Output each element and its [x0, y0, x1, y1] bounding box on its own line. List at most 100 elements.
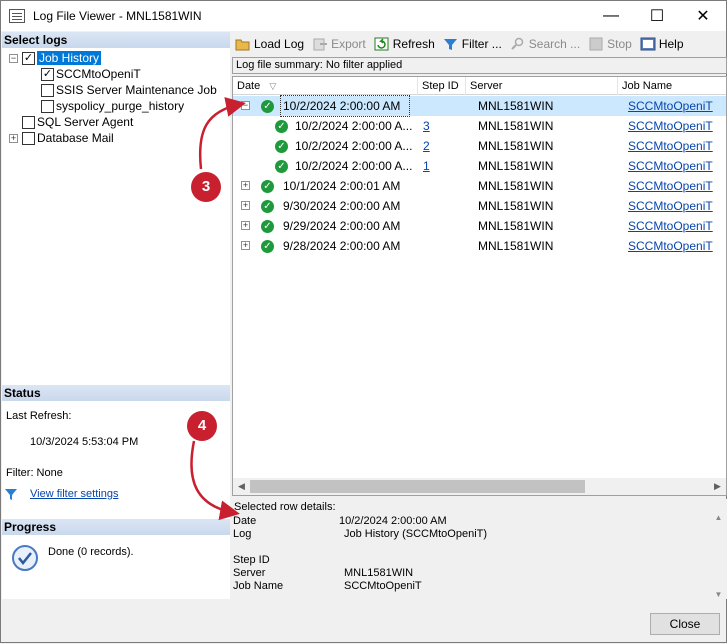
- detail-value: MNL1581WIN: [344, 567, 414, 579]
- help-label: Help: [658, 37, 684, 51]
- success-icon: ✓: [261, 240, 274, 253]
- database-mail-checkbox[interactable]: [22, 131, 35, 145]
- tree-item-sccmtoopenit[interactable]: ✓ SCCMtoOpeniT: [41, 66, 141, 82]
- export-button[interactable]: Export: [312, 37, 366, 51]
- tree-item-database-mail[interactable]: + Database Mail: [9, 130, 114, 146]
- ssis-maintenance-checkbox[interactable]: [41, 83, 54, 97]
- filter-label: Filter ...: [461, 37, 502, 51]
- refresh-button[interactable]: Refresh: [374, 37, 435, 51]
- sql-server-agent-checkbox[interactable]: [22, 115, 35, 129]
- stop-button[interactable]: Stop: [588, 37, 632, 51]
- table-row[interactable]: − ✓ 10/2/2024 2:00:00 AM MNL1581WIN SCCMtoOp…: [233, 95, 726, 117]
- left-pane: Select logs − ✓ Job History ✓ SCCMtoOpen…: [2, 32, 230, 599]
- expand-row-icon[interactable]: +: [241, 201, 250, 210]
- filter-button[interactable]: Filter ...: [443, 37, 502, 51]
- table-row[interactable]: + ✓ 9/30/2024 2:00:00 AM MNL1581WIN SCCMtoOp…: [233, 196, 726, 216]
- job-name-link[interactable]: SCCMtoOpeniT: [628, 136, 726, 156]
- column-header-job-name[interactable]: Job Name: [618, 77, 726, 95]
- job-name-link[interactable]: SCCMtoOpeniT: [628, 196, 726, 216]
- date-cell: 9/28/2024 2:00:00 AM: [283, 239, 401, 253]
- server-cell: MNL1581WIN: [478, 119, 554, 133]
- tree-item-syspolicy-purge[interactable]: syspolicy_purge_history: [41, 98, 184, 114]
- expand-icon[interactable]: +: [9, 133, 18, 143]
- step-id-cell[interactable]: 3: [423, 116, 463, 136]
- collapse-row-icon[interactable]: −: [241, 101, 250, 110]
- close-button[interactable]: Close: [650, 613, 720, 635]
- step-id-cell: [423, 176, 463, 196]
- success-icon: ✓: [275, 160, 288, 173]
- done-check-icon: [11, 544, 39, 572]
- job-name-link[interactable]: SCCMtoOpeniT: [628, 236, 726, 256]
- step-id-cell: [423, 216, 463, 236]
- tree-item-job-history[interactable]: − ✓ Job History: [9, 50, 102, 66]
- column-header-server[interactable]: Server: [466, 77, 618, 95]
- tree-item-label: syspolicy_purge_history: [56, 99, 185, 113]
- tree-item-label: SCCMtoOpeniT: [56, 67, 141, 81]
- progress-header: Progress: [2, 519, 230, 535]
- column-label: Date: [237, 80, 261, 92]
- column-header-date[interactable]: Date ▽: [233, 77, 418, 95]
- server-cell: MNL1581WIN: [478, 99, 554, 113]
- table-row[interactable]: + ✓ 10/1/2024 2:00:01 AM MNL1581WIN SCCMtoOp…: [233, 176, 726, 196]
- scroll-down-icon[interactable]: ▼: [710, 590, 727, 599]
- date-cell: 10/2/2024 2:00:00 A...: [295, 159, 413, 173]
- search-icon: [510, 37, 526, 51]
- minimize-button[interactable]: —: [588, 1, 634, 31]
- success-icon: ✓: [275, 120, 288, 133]
- scroll-up-icon[interactable]: ▲: [710, 513, 727, 522]
- sort-icon: ▽: [269, 81, 277, 91]
- expand-row-icon[interactable]: +: [241, 241, 250, 250]
- scrollbar-thumb[interactable]: [250, 480, 585, 493]
- scroll-right-icon[interactable]: ▶: [709, 478, 726, 495]
- progress-panel: Done (0 records).: [2, 536, 230, 599]
- detail-label: Step ID: [233, 554, 270, 566]
- job-history-checkbox[interactable]: ✓: [22, 51, 35, 65]
- tree-item-label: Database Mail: [37, 131, 114, 145]
- table-row[interactable]: + ✓ 9/29/2024 2:00:00 AM MNL1581WIN SCCMtoOp…: [233, 216, 726, 236]
- date-cell: 10/2/2024 2:00:00 A...: [295, 139, 413, 153]
- tree-item-label: SSIS Server Maintenance Job: [56, 83, 217, 97]
- job-name-link[interactable]: SCCMtoOpeniT: [628, 116, 726, 136]
- column-header-step-id[interactable]: Step ID: [418, 77, 466, 95]
- tree-item-ssis-maintenance[interactable]: SSIS Server Maintenance Job: [41, 82, 217, 98]
- help-button[interactable]: Help: [640, 37, 684, 51]
- syspolicy-purge-checkbox[interactable]: [41, 99, 54, 113]
- annotation-badge-4: 4: [187, 411, 217, 441]
- folder-open-icon: [235, 37, 251, 51]
- table-row[interactable]: ✓ 10/2/2024 2:00:00 A... 1 MNL1581WIN SCCMto…: [233, 156, 726, 176]
- toolbar: Load Log Export Refresh Filter ... Searc…: [232, 32, 727, 56]
- close-window-button[interactable]: ✕: [680, 1, 726, 31]
- detail-label: Log: [233, 528, 252, 540]
- sccmtoopenit-checkbox[interactable]: ✓: [41, 67, 54, 81]
- tree-item-sql-server-agent[interactable]: SQL Server Agent: [22, 114, 133, 130]
- expand-row-icon[interactable]: +: [241, 221, 250, 230]
- success-icon: ✓: [261, 180, 274, 193]
- filter-status: Filter: None: [6, 467, 63, 479]
- collapse-icon[interactable]: −: [9, 53, 18, 63]
- job-name-link[interactable]: SCCMtoOpeniT: [628, 156, 726, 176]
- horizontal-scrollbar[interactable]: ◀ ▶: [233, 478, 726, 495]
- step-id-cell: [423, 96, 463, 116]
- step-id-cell[interactable]: 2: [423, 136, 463, 156]
- search-button[interactable]: Search ...: [510, 37, 580, 51]
- job-name-link[interactable]: SCCMtoOpeniT: [628, 176, 726, 196]
- step-id-cell[interactable]: 1: [423, 156, 463, 176]
- job-name-link[interactable]: SCCMtoOpeniT: [628, 96, 726, 116]
- detail-value: 10/2/2024 2:00:00 AM: [339, 515, 447, 527]
- load-log-button[interactable]: Load Log: [235, 37, 304, 51]
- table-row[interactable]: ✓ 10/2/2024 2:00:00 A... 2 MNL1581WIN SCCMto…: [233, 136, 726, 156]
- job-name-link[interactable]: SCCMtoOpeniT: [628, 216, 726, 236]
- date-cell: 10/2/2024 2:00:00 A...: [295, 119, 413, 133]
- filter-icon: [443, 37, 459, 51]
- table-row[interactable]: + ✓ 9/28/2024 2:00:00 AM MNL1581WIN SCCMtoOp…: [233, 236, 726, 256]
- view-filter-settings-link[interactable]: View filter settings: [30, 488, 118, 500]
- tree-item-label: Job History: [37, 51, 102, 65]
- server-cell: MNL1581WIN: [478, 159, 554, 173]
- expand-row-icon[interactable]: +: [241, 181, 250, 190]
- scroll-left-icon[interactable]: ◀: [233, 478, 250, 495]
- stop-label: Stop: [607, 37, 632, 51]
- table-row[interactable]: ✓ 10/2/2024 2:00:00 A... 3 MNL1581WIN SCCMto…: [233, 116, 726, 136]
- detail-value: SCCMtoOpeniT: [344, 580, 422, 592]
- details-vertical-scrollbar[interactable]: ▲ ▼: [710, 513, 727, 599]
- maximize-button[interactable]: ☐: [634, 1, 680, 31]
